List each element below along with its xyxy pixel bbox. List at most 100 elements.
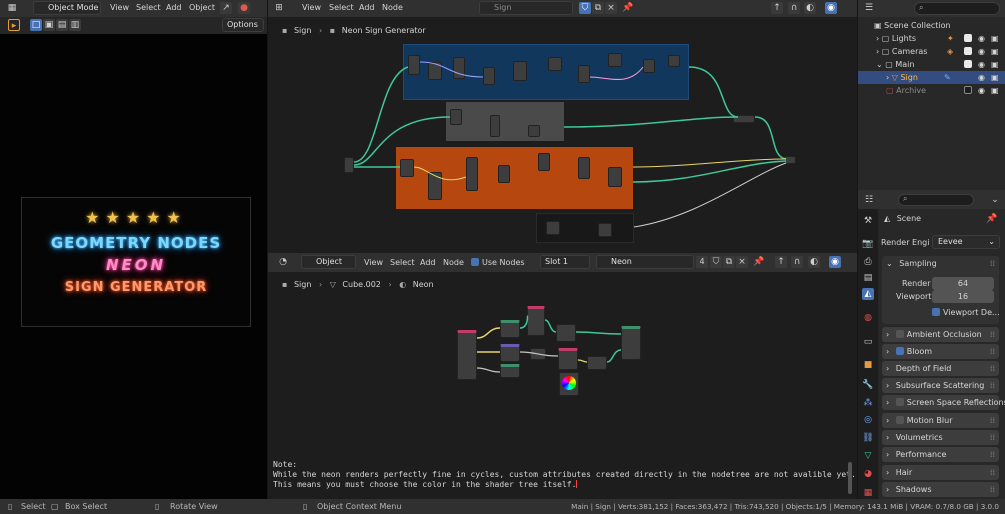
geo-menu-node[interactable]: Node <box>382 3 403 12</box>
duplicate-material-icon[interactable]: ⧉ <box>723 256 735 268</box>
viewport-samples-field[interactable]: 16 <box>932 290 994 303</box>
shader-menu-select[interactable]: Select <box>390 258 415 267</box>
panel-checkbox[interactable] <box>895 398 904 406</box>
object-dropdown[interactable]: Object <box>301 255 356 269</box>
properties-search-field[interactable]: ⌕ <box>898 194 974 206</box>
note-scrollbar[interactable] <box>848 462 852 494</box>
menu-add[interactable]: Add <box>166 3 182 12</box>
menu-view[interactable]: View <box>110 3 129 12</box>
material-dropdown[interactable]: Neon <box>596 255 694 269</box>
outliner-row[interactable]: ⌄ ▢ Main ◉ ▣ <box>858 58 1005 71</box>
shader-editor-type-icon[interactable]: ◔ <box>277 256 289 268</box>
geo-menu-add[interactable]: Add <box>359 3 375 12</box>
material-tab-icon[interactable]: ◕ <box>862 468 874 480</box>
viewport-3d[interactable]: ★★★★★ GEOMETRY NODES NEON SIGN GENERATOR <box>0 34 268 499</box>
properties-pin-icon[interactable]: 📌 <box>986 213 998 225</box>
texture-tab-icon[interactable]: ▦ <box>862 487 874 499</box>
properties-type-icon[interactable]: ☷ <box>863 194 875 206</box>
mode-dropdown[interactable]: Object Mode <box>33 1 101 15</box>
drag-handle-icon[interactable]: ⁞⁞ <box>990 430 995 445</box>
shader-overlay-icon[interactable]: ◐ <box>808 256 820 268</box>
include-checkbox[interactable] <box>964 34 972 42</box>
camera-restrict-icon[interactable]: ▣ <box>991 58 999 71</box>
constraints-tab-icon[interactable]: ⛓ <box>862 432 874 444</box>
eye-icon[interactable]: ◉ <box>978 84 985 97</box>
transform-orientation-icon[interactable]: ↗ <box>220 2 232 14</box>
area-divider[interactable] <box>267 0 268 499</box>
include-checkbox[interactable] <box>964 86 972 94</box>
chevron-down-icon[interactable]: ⌄ <box>989 194 1001 206</box>
camera-restrict-icon[interactable]: ▣ <box>991 45 999 58</box>
overlay-icon[interactable]: ◐ <box>804 2 816 14</box>
shader-parent-icon[interactable]: ↑ <box>775 256 787 268</box>
outliner-row-selected[interactable]: › ▽ Sign ✎ ◉ ▣ <box>858 71 1005 84</box>
panel-volumetrics[interactable]: › Volumetrics ⁞⁞ <box>882 430 999 445</box>
drag-handle-icon[interactable]: ⁞⁞ <box>990 413 995 428</box>
render-engine-dropdown[interactable]: Eevee ⌄ <box>932 235 1000 249</box>
panel-checkbox[interactable] <box>895 330 904 338</box>
view-layer-tab-icon[interactable]: ▤ <box>862 272 874 284</box>
drag-handle-icon[interactable]: ⁞⁞ <box>990 361 995 376</box>
output-tab-icon[interactable]: ⎙ <box>862 256 874 268</box>
panel-bloom[interactable]: › Bloom ⁞⁞ <box>882 344 999 359</box>
tool-select-icon[interactable]: ▸ <box>8 19 20 31</box>
drag-handle-icon[interactable]: ⁞⁞ <box>990 447 995 462</box>
drag-handle-icon[interactable]: ⁞⁞ <box>990 327 995 342</box>
pin-icon[interactable]: 📌 <box>622 2 634 14</box>
outliner-search-field[interactable]: ⌕ <box>914 2 1000 15</box>
snap-icon[interactable]: ● <box>238 2 250 14</box>
drag-handle-icon[interactable]: ⁞⁞ <box>990 482 995 497</box>
physics-tab-icon[interactable]: ◎ <box>862 414 874 426</box>
menu-object[interactable]: Object <box>189 3 215 12</box>
close-icon[interactable]: × <box>605 2 617 14</box>
overlay-toggle-icon[interactable]: ◉ <box>825 2 837 14</box>
eye-icon[interactable]: ◉ <box>978 45 985 58</box>
drag-handle-icon[interactable]: ⁞⁞ <box>990 344 995 359</box>
shader-menu-add[interactable]: Add <box>420 258 436 267</box>
panel-ambient-occlusion[interactable]: › Ambient Occlusion ⁞⁞ <box>882 327 999 342</box>
area-divider[interactable] <box>857 0 858 499</box>
menu-select[interactable]: Select <box>136 3 161 12</box>
eye-icon[interactable]: ◉ <box>978 71 985 84</box>
drag-handle-icon[interactable]: ⁞⁞ <box>990 465 995 480</box>
user-count[interactable]: 4 <box>696 256 708 268</box>
use-nodes-checkbox[interactable]: Use Nodes <box>471 258 525 267</box>
panel-screen-space-reflections[interactable]: › Screen Space Reflections <box>882 395 1005 410</box>
eye-icon[interactable]: ◉ <box>978 32 985 45</box>
drag-handle-icon[interactable]: ⁞⁞ <box>990 256 995 271</box>
shader-overlay-toggle-icon[interactable]: ◉ <box>829 256 841 268</box>
modifier-tab-icon[interactable]: 🔧 <box>862 379 874 391</box>
options-dropdown[interactable]: Options <box>222 18 264 32</box>
camera-restrict-icon[interactable]: ▣ <box>991 71 999 84</box>
node-tree-dropdown[interactable]: Sign <box>479 1 573 15</box>
panel-hair[interactable]: › Hair ⁞⁞ <box>882 465 999 480</box>
geo-menu-view[interactable]: View <box>302 3 321 12</box>
select-mode-extend-icon[interactable]: ▣ <box>43 19 55 31</box>
shader-canvas[interactable]: ▪ Sign › ▽ Cube.002 › ◐ Neon <box>268 272 858 459</box>
geo-node-canvas[interactable]: ▪ Sign › ▪ Neon Sign Generator <box>268 17 858 253</box>
outliner-row[interactable]: ▢ Archive ◉ ▣ <box>858 84 1005 97</box>
duplicate-icon[interactable]: ⧉ <box>592 2 604 14</box>
shader-snap-icon[interactable]: ∩ <box>791 256 803 268</box>
tool-tab-icon[interactable]: ⚒ <box>862 215 874 227</box>
object-tab-icon[interactable]: ■ <box>862 359 874 371</box>
include-checkbox[interactable] <box>964 47 972 55</box>
scene-tab-icon[interactable]: ◭ <box>862 288 874 300</box>
outliner-row[interactable]: › ▢ Cameras ◈ ◉ ▣ <box>858 45 1005 58</box>
snap-magnet-icon[interactable]: ∩ <box>788 2 800 14</box>
panel-performance[interactable]: › Performance ⁞⁞ <box>882 447 999 462</box>
parent-node-tree-icon[interactable]: ↑ <box>771 2 783 14</box>
panel-checkbox[interactable] <box>895 416 904 424</box>
select-mode-intersect-icon[interactable]: ▥ <box>69 19 81 31</box>
render-tab-icon[interactable]: 📷 <box>862 238 874 250</box>
panel-depth-of-field[interactable]: › Depth of Field ⁞⁞ <box>882 361 999 376</box>
shield-icon[interactable]: ⛉ <box>579 2 591 14</box>
include-checkbox[interactable] <box>964 60 972 68</box>
camera-restrict-icon[interactable]: ▣ <box>991 84 999 97</box>
geo-menu-select[interactable]: Select <box>329 3 354 12</box>
select-mode-new-icon[interactable]: □ <box>30 19 42 31</box>
collection-tab-icon[interactable]: ▭ <box>862 336 874 348</box>
shader-pin-icon[interactable]: 📌 <box>753 256 765 268</box>
outliner-type-icon[interactable]: ☰ <box>863 2 875 14</box>
eye-icon[interactable]: ◉ <box>978 58 985 71</box>
